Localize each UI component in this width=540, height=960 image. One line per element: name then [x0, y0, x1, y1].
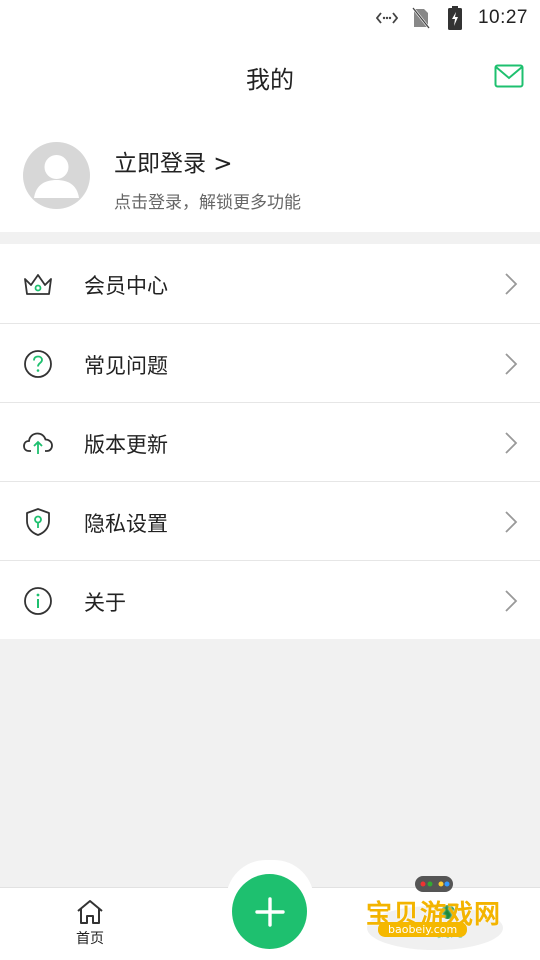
- app-header: 我的: [0, 36, 540, 120]
- nav-tab-home[interactable]: 首页: [60, 898, 120, 958]
- menu-item-label: 版本更新: [84, 433, 168, 457]
- message-button[interactable]: [494, 64, 524, 90]
- question-circle-icon: [24, 350, 52, 378]
- menu-item-version-update[interactable]: 版本更新: [0, 402, 540, 481]
- data-transfer-icon: [375, 7, 398, 29]
- status-bar: 10:27: [0, 0, 540, 36]
- avatar[interactable]: [23, 142, 90, 209]
- no-sim-icon: [410, 7, 432, 29]
- login-subtitle: 点击登录，解锁更多功能: [114, 193, 301, 213]
- plus-icon: [254, 896, 285, 927]
- chevron-right-icon: [505, 432, 518, 454]
- info-circle-icon: [24, 587, 52, 615]
- battery-charging-icon: [444, 6, 466, 30]
- profile-card[interactable]: 立即登录 > 点击登录，解锁更多功能: [0, 120, 540, 232]
- menu-item-privacy-settings[interactable]: 隐私设置: [0, 481, 540, 560]
- crown-icon: [24, 274, 52, 295]
- menu-item-label: 隐私设置: [84, 512, 168, 536]
- mail-icon: [494, 64, 524, 88]
- cloud-upload-icon: [23, 432, 53, 454]
- menu-item-label: 会员中心: [84, 274, 168, 298]
- clock: 10:27: [477, 7, 528, 28]
- chevron-right-icon: [505, 511, 518, 533]
- chevron-right-icon: [505, 590, 518, 612]
- menu-item-label: 常见问题: [84, 354, 168, 378]
- menu-item-member-center[interactable]: 会员中心: [0, 244, 540, 323]
- chevron-right-icon: [505, 273, 518, 295]
- watermark-url: baobeiy.com: [378, 922, 468, 937]
- menu-item-faq[interactable]: 常见问题: [0, 323, 540, 402]
- chevron-right-icon: [505, 353, 518, 375]
- user-placeholder-icon: [34, 155, 79, 198]
- settings-menu: 会员中心 常见问题 版本更新 隐私设置 关于: [0, 244, 540, 639]
- watermark-logo: 宝贝游戏网 baobeiy.com: [360, 872, 510, 952]
- login-link[interactable]: 立即登录 >: [114, 144, 233, 178]
- menu-item-about[interactable]: 关于: [0, 560, 540, 639]
- shield-lock-icon: [26, 508, 50, 536]
- nav-tab-home-label: 首页: [76, 931, 104, 947]
- menu-item-label: 关于: [84, 591, 126, 615]
- add-button[interactable]: [232, 874, 307, 949]
- page-title: 我的: [246, 66, 294, 94]
- home-icon: [77, 900, 103, 924]
